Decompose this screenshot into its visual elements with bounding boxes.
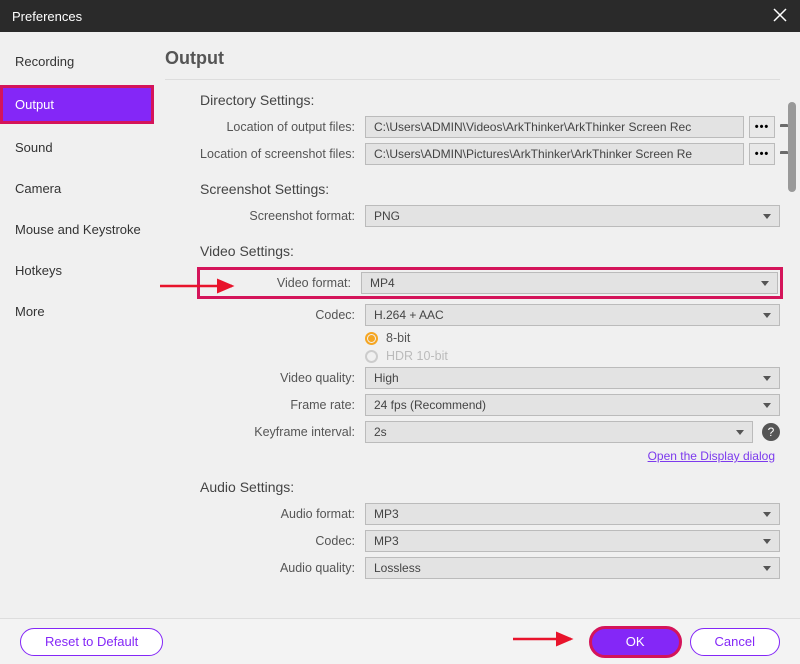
- section-screenshot-title: Screenshot Settings:: [200, 181, 780, 197]
- video-format-label: Video format:: [202, 276, 361, 290]
- help-icon[interactable]: ?: [762, 423, 780, 441]
- radio-8bit-label: 8-bit: [386, 331, 410, 345]
- chevron-down-icon: [763, 512, 771, 517]
- audio-format-label: Audio format:: [200, 507, 365, 521]
- chevron-down-icon: [736, 430, 744, 435]
- sidebar-item-recording[interactable]: Recording: [0, 42, 160, 81]
- cancel-button[interactable]: Cancel: [690, 628, 780, 656]
- audio-codec-label: Codec:: [200, 534, 365, 548]
- section-video-title: Video Settings:: [200, 243, 780, 259]
- titlebar: Preferences: [0, 0, 800, 32]
- reset-button[interactable]: Reset to Default: [20, 628, 163, 656]
- highlight-video-format: Video format: MP4: [197, 267, 783, 299]
- screenshot-files-input[interactable]: C:\Users\ADMIN\Pictures\ArkThinker\ArkTh…: [365, 143, 744, 165]
- sidebar-item-hotkeys[interactable]: Hotkeys: [0, 251, 160, 290]
- browse-screenshot-button[interactable]: •••: [749, 143, 775, 165]
- chevron-down-icon: [763, 214, 771, 219]
- open-display-link[interactable]: Open the Display dialog: [200, 449, 780, 463]
- sidebar-item-camera[interactable]: Camera: [0, 169, 160, 208]
- keyframe-select[interactable]: 2s: [365, 421, 753, 443]
- audio-format-select[interactable]: MP3: [365, 503, 780, 525]
- chevron-down-icon: [763, 566, 771, 571]
- window-title: Preferences: [12, 9, 82, 24]
- section-audio-title: Audio Settings:: [200, 479, 780, 495]
- chevron-down-icon: [763, 376, 771, 381]
- arrow-annotation: [511, 631, 581, 652]
- radio-hdr-label: HDR 10-bit: [386, 349, 448, 363]
- video-format-select[interactable]: MP4: [361, 272, 778, 294]
- ok-button[interactable]: OK: [591, 628, 680, 656]
- chevron-down-icon: [761, 281, 769, 286]
- audio-quality-label: Audio quality:: [200, 561, 365, 575]
- page-title: Output: [165, 42, 780, 80]
- section-directory-title: Directory Settings:: [200, 92, 780, 108]
- video-codec-label: Codec:: [200, 308, 365, 322]
- sidebar: Recording Output Sound Camera Mouse and …: [0, 32, 160, 618]
- browse-output-button[interactable]: •••: [749, 116, 775, 138]
- close-icon[interactable]: [772, 7, 788, 26]
- chevron-down-icon: [763, 313, 771, 318]
- screenshot-files-label: Location of screenshot files:: [200, 147, 365, 161]
- video-quality-select[interactable]: High: [365, 367, 780, 389]
- chevron-down-icon: [763, 539, 771, 544]
- output-files-label: Location of output files:: [200, 120, 365, 134]
- audio-quality-select[interactable]: Lossless: [365, 557, 780, 579]
- content-panel: Output Directory Settings: Location of o…: [160, 32, 800, 618]
- frame-rate-select[interactable]: 24 fps (Recommend): [365, 394, 780, 416]
- audio-codec-select[interactable]: MP3: [365, 530, 780, 552]
- sidebar-item-more[interactable]: More: [0, 292, 160, 331]
- screenshot-format-label: Screenshot format:: [200, 209, 365, 223]
- radio-hdr[interactable]: [365, 350, 378, 363]
- sidebar-item-sound[interactable]: Sound: [0, 128, 160, 167]
- frame-rate-label: Frame rate:: [200, 398, 365, 412]
- chevron-down-icon: [763, 403, 771, 408]
- scrollbar[interactable]: [788, 102, 796, 192]
- sidebar-item-output[interactable]: Output: [0, 85, 154, 124]
- footer: Reset to Default OK Cancel: [0, 618, 800, 664]
- sidebar-item-mouse-keystroke[interactable]: Mouse and Keystroke: [0, 210, 160, 249]
- video-quality-label: Video quality:: [200, 371, 365, 385]
- screenshot-format-select[interactable]: PNG: [365, 205, 780, 227]
- radio-8bit[interactable]: [365, 332, 378, 345]
- video-codec-select[interactable]: H.264 + AAC: [365, 304, 780, 326]
- output-files-input[interactable]: C:\Users\ADMIN\Videos\ArkThinker\ArkThin…: [365, 116, 744, 138]
- keyframe-label: Keyframe interval:: [200, 425, 365, 439]
